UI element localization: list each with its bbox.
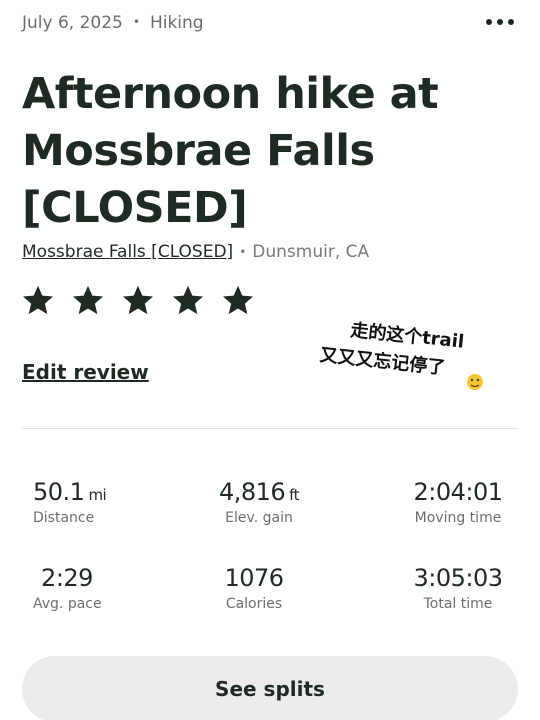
activity-type: Hiking — [149, 13, 204, 33]
stat-total-time: 3:05:03 Total time — [398, 564, 518, 612]
elevation-value: 4,816 — [218, 478, 286, 506]
distance-label: Distance — [33, 510, 95, 526]
calories-value: 1076 — [224, 564, 284, 592]
stat-calories: 1076 Calories — [200, 564, 308, 612]
activity-date: July 6, 2025 — [22, 13, 123, 33]
avg-pace-label: Avg. pace — [33, 596, 102, 612]
stat-distance: 50.1 mi Distance — [33, 478, 107, 526]
star-rating[interactable] — [20, 282, 256, 318]
more-horizontal-icon-dot — [497, 19, 503, 25]
distance-unit: mi — [88, 486, 107, 504]
star-icon[interactable] — [120, 282, 156, 318]
calories-label: Calories — [225, 596, 283, 612]
activity-meta: July 6, 2025 • Hiking — [22, 10, 518, 36]
meta-separator: • — [132, 15, 140, 29]
avg-pace-value: 2:29 — [41, 564, 93, 592]
trail-link[interactable]: Mossbrae Falls [CLOSED] — [22, 242, 233, 262]
more-options-button[interactable] — [478, 8, 522, 36]
see-splits-button[interactable]: See splits — [22, 656, 518, 720]
handwritten-sticker: 走的这个trail 又又又忘记停了 — [318, 318, 485, 392]
star-icon[interactable] — [220, 282, 256, 318]
moving-time-label: Moving time — [414, 510, 502, 526]
sticker-line-1: 走的这个trail — [349, 319, 465, 353]
total-time-label: Total time — [423, 596, 493, 612]
star-icon[interactable] — [70, 282, 106, 318]
more-horizontal-icon — [486, 19, 492, 25]
total-time-value: 3:05:03 — [413, 564, 503, 592]
star-icon[interactable] — [20, 282, 56, 318]
stat-avg-pace: 2:29 Avg. pace — [33, 564, 102, 612]
melting-face-emoji-icon — [465, 372, 485, 392]
edit-review-link[interactable]: Edit review — [22, 360, 149, 384]
elevation-label: Elev. gain — [225, 510, 293, 526]
distance-value: 50.1 — [33, 478, 85, 506]
activity-detail-page: July 6, 2025 • Hiking Afternoon hike at … — [0, 0, 540, 720]
moving-time-value: 2:04:01 — [413, 478, 503, 506]
star-icon[interactable] — [170, 282, 206, 318]
section-divider — [22, 428, 518, 429]
stat-elevation: 4,816 ft Elev. gain — [194, 478, 324, 526]
elevation-unit: ft — [289, 486, 300, 504]
more-horizontal-icon-dot — [508, 19, 514, 25]
stat-moving-time: 2:04:01 Moving time — [398, 478, 518, 526]
activity-title: Afternoon hike at Mossbrae Falls [CLOSED… — [22, 69, 439, 233]
location-row: Mossbrae Falls [CLOSED] • Dunsmuir, CA — [22, 240, 369, 264]
sticker-line-2: 又又又忘记停了 — [318, 344, 446, 379]
location-place: Dunsmuir, CA — [252, 242, 370, 262]
location-separator: • — [239, 245, 247, 259]
